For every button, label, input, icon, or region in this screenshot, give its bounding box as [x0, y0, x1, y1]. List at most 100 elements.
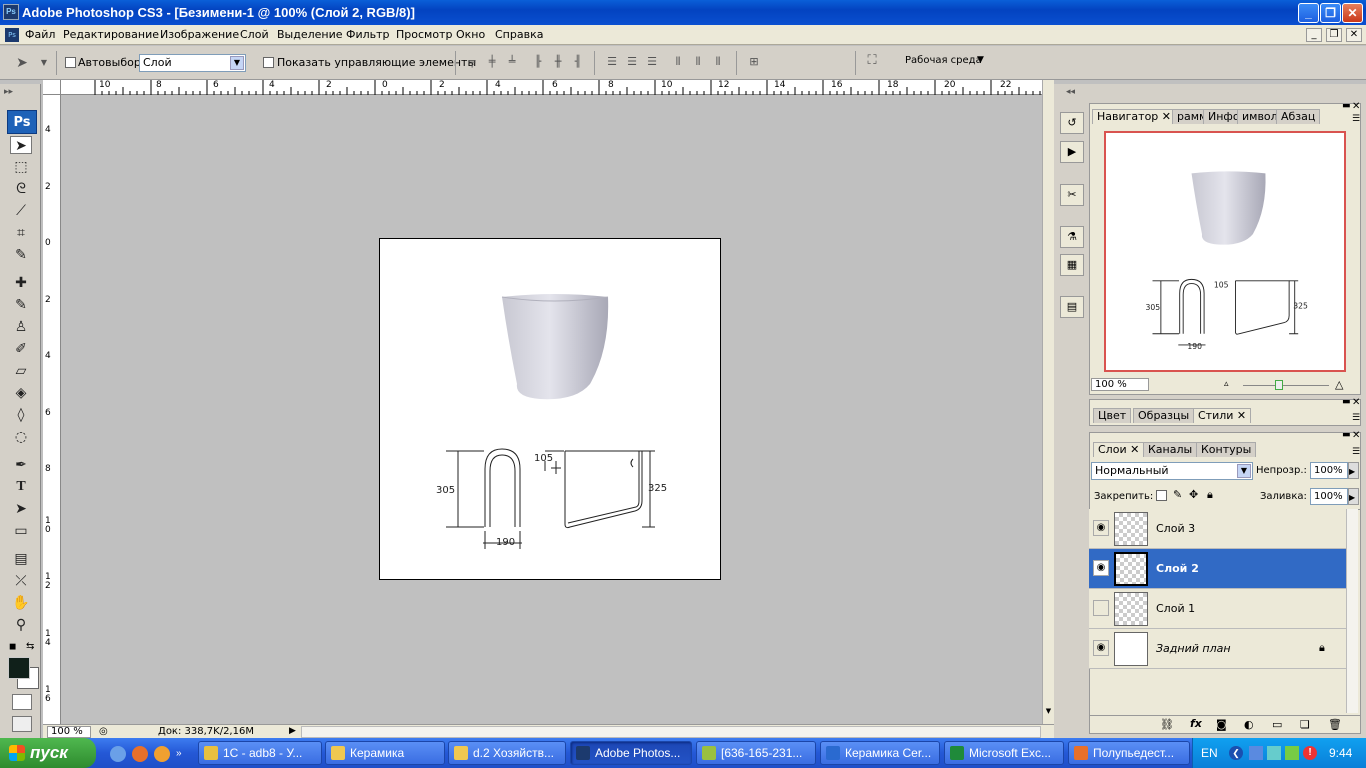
align-top-icon[interactable]: ╤: [464, 55, 480, 69]
workspace-menu[interactable]: Рабочая среда: [905, 55, 982, 66]
layer-row[interactable]: ◉ Слой 3: [1089, 509, 1346, 549]
align-bottom-icon[interactable]: ╧: [504, 55, 520, 69]
opacity-arrow-icon[interactable]: ▶: [1348, 462, 1359, 479]
maximize-button[interactable]: ❐: [1320, 3, 1341, 23]
dodge-icon[interactable]: ◌: [10, 428, 32, 446]
language-indicator[interactable]: EN: [1201, 746, 1218, 760]
layer-row-selected[interactable]: ◉ Слой 2: [1089, 549, 1346, 589]
navigator-preview[interactable]: 305 190 105 325: [1104, 131, 1346, 372]
align-hcenter-icon[interactable]: ╫: [550, 55, 566, 69]
panel-menu-icon[interactable]: ☰: [1352, 114, 1360, 124]
tray-arrow-icon[interactable]: ❮: [1229, 746, 1243, 760]
swap-colors-icon[interactable]: ⇆: [26, 641, 34, 652]
eyedropper-icon[interactable]: ⤫: [10, 572, 32, 590]
panel-menu-icon[interactable]: ☰: [1352, 413, 1360, 423]
fx-icon[interactable]: fx: [1190, 717, 1202, 730]
hand-icon[interactable]: ✋: [10, 594, 32, 612]
notes-icon[interactable]: ▤: [10, 550, 32, 568]
eye-icon[interactable]: ◉: [1093, 520, 1109, 536]
actions-icon[interactable]: ▶: [1060, 141, 1084, 163]
document-icon[interactable]: Ps: [5, 28, 19, 42]
panel-minimize-icon[interactable]: ▬: [1342, 101, 1351, 111]
lock-position-icon[interactable]: ✥: [1189, 488, 1198, 501]
history-brush-icon[interactable]: ✐: [10, 340, 32, 358]
auto-align-icon[interactable]: ⊞: [746, 55, 762, 69]
default-colors-icon[interactable]: ◼: [9, 642, 16, 652]
tab-color[interactable]: Цвет: [1093, 408, 1132, 423]
menu-help[interactable]: Справка: [495, 28, 543, 41]
move-tool-icon[interactable]: ➤: [14, 56, 30, 70]
taskbar-item-folder[interactable]: d.2 Хозяйств...: [448, 741, 566, 765]
slice-icon[interactable]: ✎: [10, 246, 32, 264]
lock-pixels-icon[interactable]: ✎: [1173, 488, 1182, 501]
eye-icon[interactable]: ◉: [1093, 560, 1109, 576]
magic-wand-icon[interactable]: ⟋: [10, 202, 32, 220]
fill-arrow-icon[interactable]: ▶: [1348, 488, 1359, 505]
ps-logo[interactable]: Ps: [7, 110, 37, 134]
lock-all-icon[interactable]: 🔒︎: [1207, 488, 1213, 502]
distribute-bottom-icon[interactable]: ☰: [644, 55, 660, 69]
collapse-icon[interactable]: ▸▸: [4, 87, 13, 97]
eye-hidden-icon[interactable]: ◉: [1093, 600, 1109, 616]
quicklaunch-more-icon[interactable]: »: [176, 748, 182, 759]
menu-edit[interactable]: Редактирование: [63, 28, 159, 41]
bucket-icon[interactable]: ◈: [10, 384, 32, 402]
show-desktop-icon[interactable]: [110, 746, 126, 762]
zoom-in-icon[interactable]: △: [1335, 378, 1343, 391]
close-button[interactable]: ✕: [1342, 3, 1363, 23]
tab-paragraph[interactable]: Абзац: [1276, 109, 1321, 124]
lock-transparency-icon[interactable]: [1156, 490, 1167, 501]
zoom-out-icon[interactable]: ▵: [1224, 379, 1229, 389]
opacity-input[interactable]: 100%: [1310, 462, 1348, 479]
menu-filter[interactable]: Фильтр: [346, 28, 390, 41]
layer-row[interactable]: ◉ Слой 1: [1089, 589, 1346, 629]
tab-paths[interactable]: Контуры: [1196, 442, 1257, 457]
doc-restore-button[interactable]: ❐: [1326, 28, 1342, 42]
blend-mode-dropdown[interactable]: Нормальный ▼: [1091, 462, 1253, 480]
clone-source-icon[interactable]: ▦: [1060, 254, 1084, 276]
tab-channels[interactable]: Каналы: [1143, 442, 1198, 457]
doc-minimize-button[interactable]: _: [1306, 28, 1322, 42]
tab-layers[interactable]: Слои ✕: [1093, 442, 1145, 457]
quick-mask-icon[interactable]: [12, 694, 32, 710]
menu-file[interactable]: Файл: [25, 28, 55, 41]
crop-icon[interactable]: ⌗: [10, 224, 32, 242]
minimize-button[interactable]: _: [1298, 3, 1319, 23]
trash-icon[interactable]: 🗑︎: [1328, 718, 1342, 731]
brush-icon[interactable]: ✎: [10, 296, 32, 314]
align-right-icon[interactable]: ╢: [570, 55, 586, 69]
taskbar-item-1c[interactable]: 1C - adb8 - У...: [198, 741, 322, 765]
network-icon[interactable]: [1249, 746, 1263, 760]
doc-close-button[interactable]: ✕: [1346, 28, 1362, 42]
shape-icon[interactable]: ▭: [10, 522, 32, 540]
show-controls-checkbox[interactable]: [263, 57, 274, 68]
menu-select[interactable]: Выделение: [277, 28, 343, 41]
zoom-slider-handle[interactable]: [1275, 380, 1283, 390]
brushes-icon[interactable]: ⚗: [1060, 226, 1084, 248]
menu-layer[interactable]: Слой: [240, 28, 269, 41]
move-icon[interactable]: ➤: [10, 136, 32, 154]
taskbar-item-folder[interactable]: Керамика: [325, 741, 445, 765]
panel-minimize-icon[interactable]: ▬: [1342, 397, 1351, 407]
layer-row[interactable]: ◉ Задний план 🔒︎: [1089, 629, 1346, 669]
distribute-hcenter-icon[interactable]: ⫴: [690, 55, 706, 69]
bridge-icon[interactable]: ⛶: [864, 54, 880, 68]
align-vcenter-icon[interactable]: ╪: [484, 55, 500, 69]
zoom-field[interactable]: 100 %: [47, 726, 91, 738]
horizontal-scrollbar[interactable]: [301, 726, 1041, 738]
mask-icon[interactable]: ◙: [1216, 718, 1227, 731]
menu-image[interactable]: Изображение: [160, 28, 239, 41]
tab-navigator[interactable]: Навигатор ✕: [1092, 109, 1177, 124]
type-icon[interactable]: T: [10, 478, 32, 496]
firefox-icon[interactable]: [132, 746, 148, 762]
distribute-left-icon[interactable]: ⫴: [670, 55, 686, 69]
taskbar-item-excel[interactable]: Microsoft Exc...: [944, 741, 1064, 765]
navigator-zoom-field[interactable]: 100 %: [1091, 378, 1149, 391]
zoom-icon[interactable]: ⚲: [10, 616, 32, 634]
path-select-icon[interactable]: ➤: [10, 500, 32, 518]
panel-close-icon[interactable]: ✕: [1352, 397, 1360, 408]
layers-scrollbar[interactable]: [1346, 509, 1358, 713]
taskbar-item-firefox[interactable]: Полупьедест...: [1068, 741, 1190, 765]
tray-app-icon[interactable]: [1285, 746, 1299, 760]
status-menu-icon[interactable]: ◎: [99, 726, 108, 737]
